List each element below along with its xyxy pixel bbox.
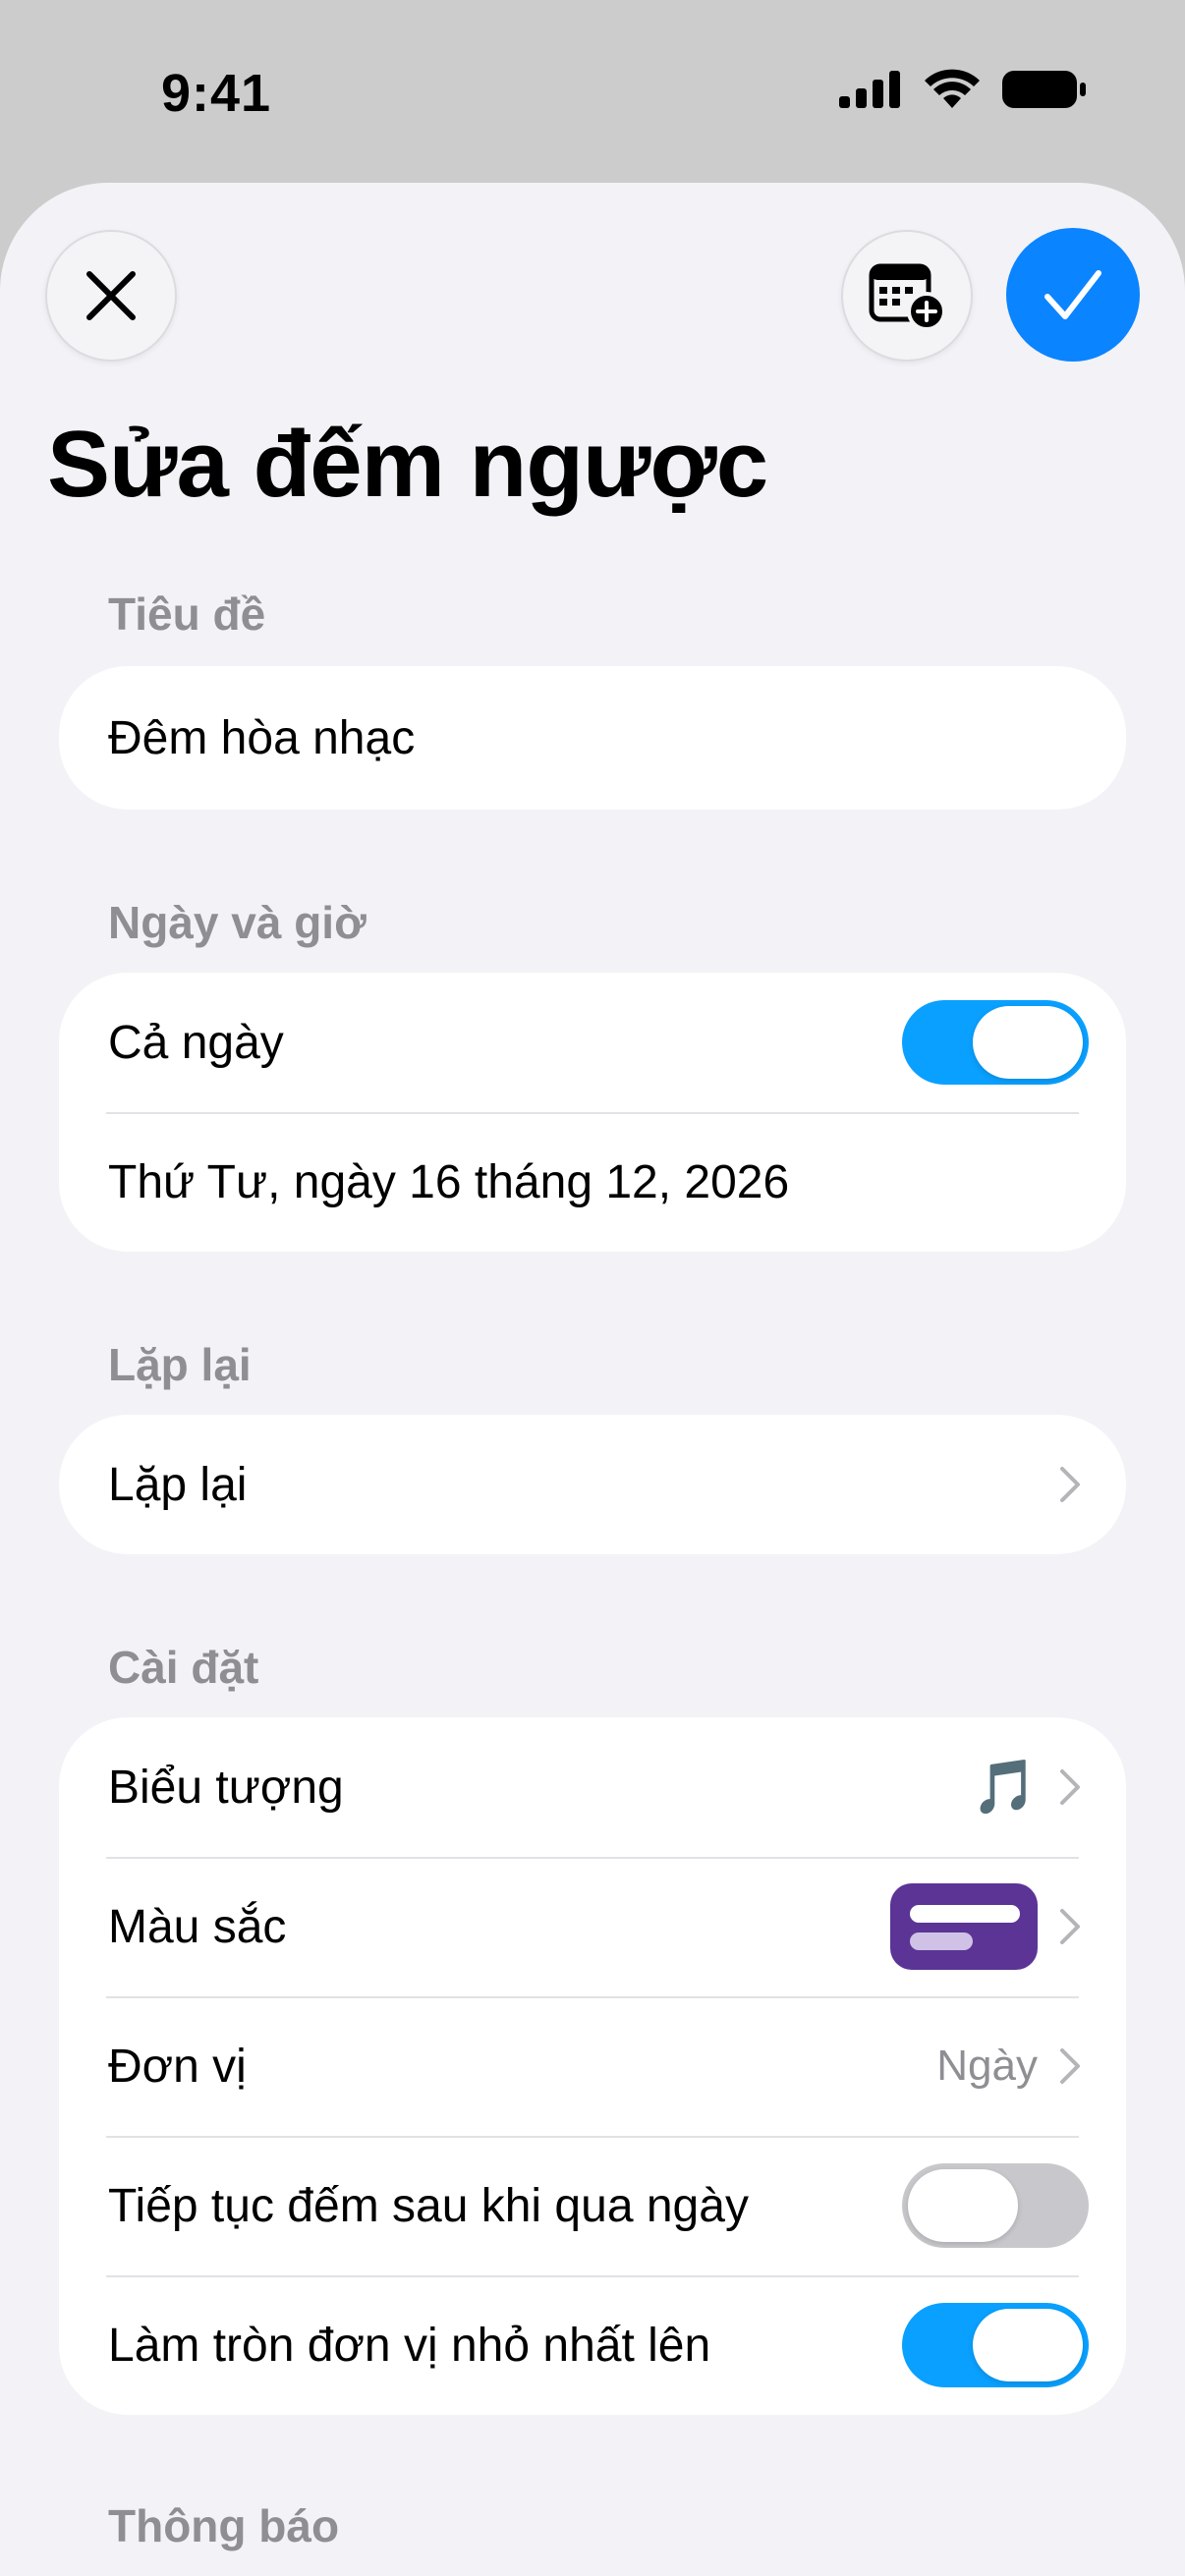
round-up-row: Làm tròn đơn vị nhỏ nhất lên [59, 2275, 1126, 2415]
unit-row-label: Đơn vị [108, 2040, 247, 2093]
chevron-right-icon [1060, 1467, 1080, 1502]
battery-icon [1002, 71, 1086, 108]
title-input-value: Đêm hòa nhạc [108, 711, 416, 764]
repeat-row-label: Lặp lại [108, 1458, 248, 1511]
all-day-label: Cả ngày [108, 1016, 284, 1069]
repeat-group: Lặp lại [59, 1415, 1126, 1554]
close-icon [86, 271, 136, 320]
icon-row[interactable]: Biểu tượng 🎵 [59, 1717, 1126, 1857]
chevron-right-icon [1060, 1769, 1080, 1805]
unit-row[interactable]: Đơn vị Ngày [59, 1996, 1126, 2136]
confirm-button[interactable] [1006, 228, 1140, 362]
add-to-calendar-button[interactable] [841, 230, 973, 362]
edit-countdown-sheet: Sửa đếm ngược Tiêu đề Đêm hòa nhạc Ngày … [0, 183, 1185, 2576]
status-bar: 9:41 [0, 0, 1185, 177]
page-title: Sửa đếm ngược [47, 412, 768, 517]
date-text: Thứ Tư, ngày 16 tháng 12, 2026 [108, 1155, 790, 1208]
chevron-right-icon [1060, 2048, 1080, 2084]
continue-counting-toggle[interactable] [902, 2163, 1089, 2248]
repeat-row[interactable]: Lặp lại [59, 1415, 1126, 1554]
section-label-title: Tiêu đề [108, 588, 266, 640]
title-group: Đêm hòa nhạc [59, 666, 1126, 810]
chevron-right-icon [1060, 1909, 1080, 1944]
unit-value: Ngày [936, 2042, 1038, 2090]
round-up-toggle[interactable] [902, 2303, 1089, 2387]
cellular-signal-icon [839, 71, 900, 108]
icon-row-label: Biểu tượng [108, 1761, 344, 1814]
status-time: 9:41 [161, 64, 272, 123]
color-swatch [890, 1883, 1038, 1970]
all-day-row: Cả ngày [59, 973, 1126, 1112]
wifi-icon [925, 69, 980, 108]
section-label-datetime: Ngày và giờ [108, 897, 367, 948]
datetime-group: Cả ngày Thứ Tư, ngày 16 tháng 12, 2026 [59, 973, 1126, 1252]
color-row[interactable]: Màu sắc [59, 1857, 1126, 1996]
continue-counting-label: Tiếp tục đếm sau khi qua ngày [108, 2179, 749, 2232]
color-row-label: Màu sắc [108, 1900, 287, 1953]
all-day-toggle[interactable] [902, 1000, 1089, 1085]
checkmark-icon [1044, 270, 1101, 319]
close-button[interactable] [45, 230, 177, 362]
music-note-icon: 🎵 [971, 1758, 1038, 1817]
section-label-settings: Cài đặt [108, 1642, 259, 1693]
section-label-notifications: Thông báo [108, 2500, 340, 2551]
round-up-label: Làm tròn đơn vị nhỏ nhất lên [108, 2319, 711, 2372]
status-icons [839, 69, 1087, 110]
title-input[interactable]: Đêm hòa nhạc [59, 666, 1126, 810]
section-label-repeat: Lặp lại [108, 1339, 252, 1390]
date-row[interactable]: Thứ Tư, ngày 16 tháng 12, 2026 [59, 1112, 1126, 1252]
continue-counting-row: Tiếp tục đếm sau khi qua ngày [59, 2136, 1126, 2275]
calendar-add-icon [869, 263, 946, 331]
settings-group: Biểu tượng 🎵 Màu sắc Đơn vị Ngày Tiếp tụ… [59, 1717, 1126, 2415]
